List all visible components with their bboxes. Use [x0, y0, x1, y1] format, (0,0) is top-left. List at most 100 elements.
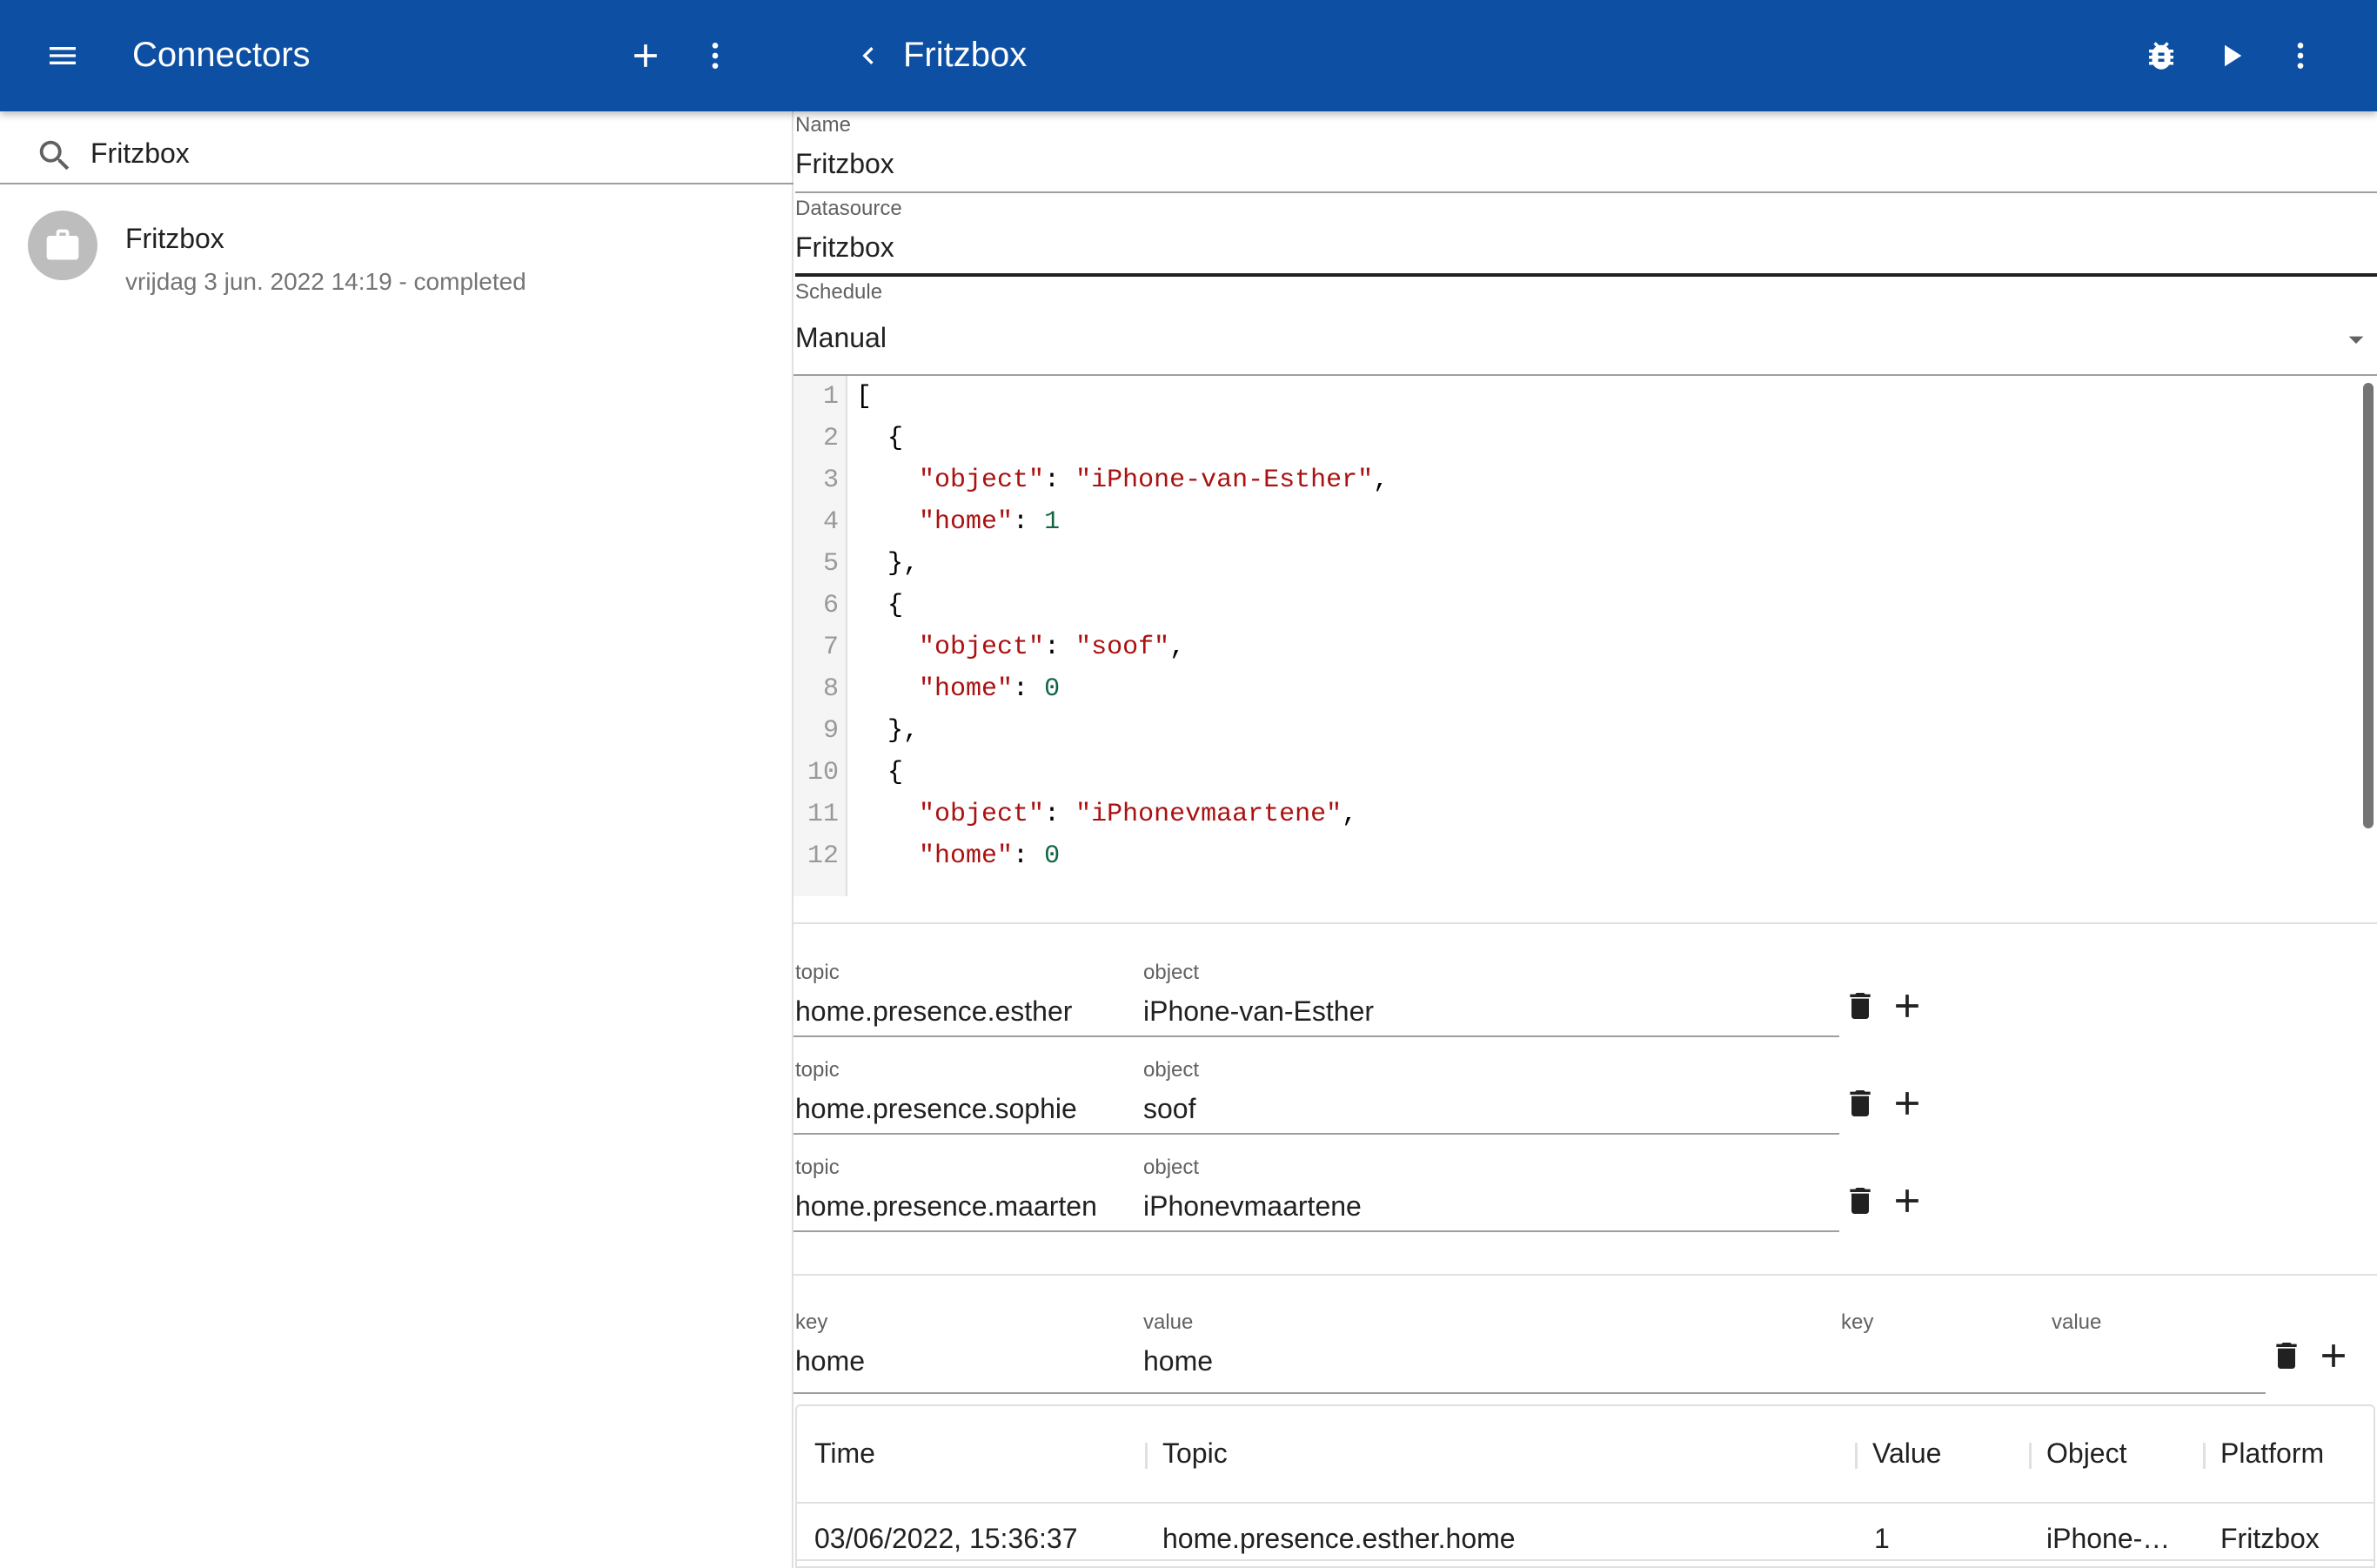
topic-label: topic [795, 1058, 840, 1082]
code-token: : [1013, 841, 1045, 871]
column-header-time[interactable]: Time [814, 1437, 875, 1470]
code-token: : [1013, 674, 1045, 704]
object-value: iPhonevmaartene [1143, 1190, 1362, 1222]
table-header-divider [797, 1502, 2374, 1504]
arrow-drop-down-icon [2348, 336, 2364, 344]
editor-scrollbar[interactable] [2363, 383, 2374, 828]
name-field[interactable]: Name Fritzbox [795, 111, 2377, 195]
code-line: }, [856, 543, 919, 585]
topic-label: topic [795, 961, 840, 984]
cell-value: 1 [1874, 1523, 1890, 1554]
code-line: "home": 1 [856, 501, 1060, 543]
key-value: home [795, 1345, 866, 1377]
code-line: "object": "soof", [856, 627, 1185, 668]
column-header-platform[interactable]: Platform [2220, 1437, 2324, 1470]
cell-platform: Fritzbox [2220, 1523, 2320, 1554]
connector-detail-pane: Name Fritzbox Datasource Fritzbox Schedu… [793, 111, 2377, 1568]
plus-icon [634, 44, 657, 67]
line-number: 10 [807, 758, 839, 787]
name-underline [795, 191, 2377, 193]
object-value: soof [1143, 1093, 1196, 1124]
trash-icon [2276, 1343, 2297, 1369]
menu-button[interactable] [28, 21, 97, 90]
line-number: 9 [822, 716, 839, 746]
code-token: : [1044, 633, 1076, 662]
code-line: [ [856, 376, 872, 418]
left-more-button[interactable] [680, 21, 750, 90]
column-separator[interactable] [2029, 1443, 2032, 1469]
add-keyvalue-button[interactable] [2311, 1333, 2356, 1378]
bug-icon [2149, 42, 2173, 70]
back-button[interactable] [834, 21, 903, 90]
run-button[interactable] [2196, 21, 2266, 90]
datasource-underline [795, 273, 2377, 277]
line-number: 1 [822, 382, 839, 412]
delete-mapping-button[interactable] [1838, 1178, 1883, 1223]
topic-value: home.presence.sophie [795, 1093, 1077, 1124]
debug-button[interactable] [2126, 21, 2196, 90]
datasource-field[interactable]: Datasource Fritzbox [795, 195, 2377, 278]
mapping-underline [793, 1230, 1839, 1232]
line-number: 11 [807, 800, 839, 829]
mapping-row: topic home.presence.esther object iPhone… [793, 961, 2377, 1058]
code-token: "iPhone-van-Esther" [1075, 466, 1374, 495]
delete-mapping-button[interactable] [1838, 1081, 1883, 1126]
add-mapping-button[interactable] [1885, 1081, 1930, 1126]
code-line: "object": "iPhonevmaartene", [856, 794, 1357, 835]
cell-topic: home.presence.esther.home [1162, 1523, 1516, 1554]
column-header-object[interactable]: Object [2046, 1437, 2126, 1470]
plus-icon [1896, 1189, 1918, 1212]
column-header-value[interactable]: Value [1872, 1437, 1941, 1470]
column-separator[interactable] [2203, 1443, 2206, 1469]
more-vert-icon [712, 43, 719, 69]
mapping-row: topic home.presence.sophie object soof [793, 1058, 2377, 1156]
key2-label: key [1841, 1310, 1874, 1334]
line-number: 3 [822, 466, 839, 495]
code-token: }, [856, 549, 920, 579]
play-icon [2225, 44, 2242, 67]
keyvalue-row: key home value home key value [793, 1310, 2377, 1408]
add-connector-button[interactable] [611, 21, 680, 90]
code-editor[interactable]: 1 2 3 4 5 6 7 8 9 10 11 12[ { "object": "iPhone-van… [793, 374, 2377, 896]
column-separator[interactable] [1855, 1443, 1858, 1469]
app-bar: Connectors Fritzbox [0, 0, 2377, 111]
cell-object: iPhone-… [2046, 1523, 2171, 1554]
line-number: 4 [822, 507, 839, 537]
connectors-title: Connectors [132, 36, 311, 74]
code-line: { [856, 752, 903, 794]
delete-mapping-button[interactable] [1838, 983, 1883, 1029]
line-number: 12 [807, 841, 839, 871]
cell-time: 03/06/2022, 15:36:37 [814, 1523, 1078, 1554]
trash-icon [1850, 993, 1871, 1019]
code-token: : [1013, 507, 1045, 537]
code-line: { [856, 418, 903, 459]
delete-keyvalue-button[interactable] [2264, 1333, 2309, 1378]
menu-icon [50, 47, 76, 64]
connector-list-item[interactable]: Fritzbox vrijdag 3 jun. 2022 14:19 - com… [0, 198, 792, 320]
table-row-divider [797, 1559, 2374, 1561]
column-separator[interactable] [1145, 1443, 1148, 1469]
chevron-left-icon [862, 47, 874, 64]
add-mapping-button[interactable] [1885, 1178, 1930, 1223]
line-number: 2 [822, 424, 839, 453]
object-label: object [1143, 1156, 1200, 1179]
results-table: Time Topic Value Object Platform 03/06/2… [795, 1404, 2375, 1568]
code-token: { [856, 591, 904, 620]
trash-icon [1850, 1090, 1871, 1116]
add-mapping-button[interactable] [1885, 983, 1930, 1029]
search-input[interactable] [90, 131, 752, 176]
code-token: "home" [919, 841, 1014, 871]
line-number: 8 [822, 674, 839, 704]
mapping-underline [793, 1133, 1839, 1135]
right-more-button[interactable] [2266, 21, 2335, 90]
code-token: { [856, 758, 904, 787]
schedule-value: Manual [795, 322, 887, 353]
schedule-select[interactable]: Schedule Manual [795, 278, 2377, 374]
briefcase-icon [46, 229, 79, 260]
line-number: 5 [822, 549, 839, 579]
column-header-topic[interactable]: Topic [1162, 1437, 1228, 1470]
datasource-label: Datasource [795, 197, 902, 220]
